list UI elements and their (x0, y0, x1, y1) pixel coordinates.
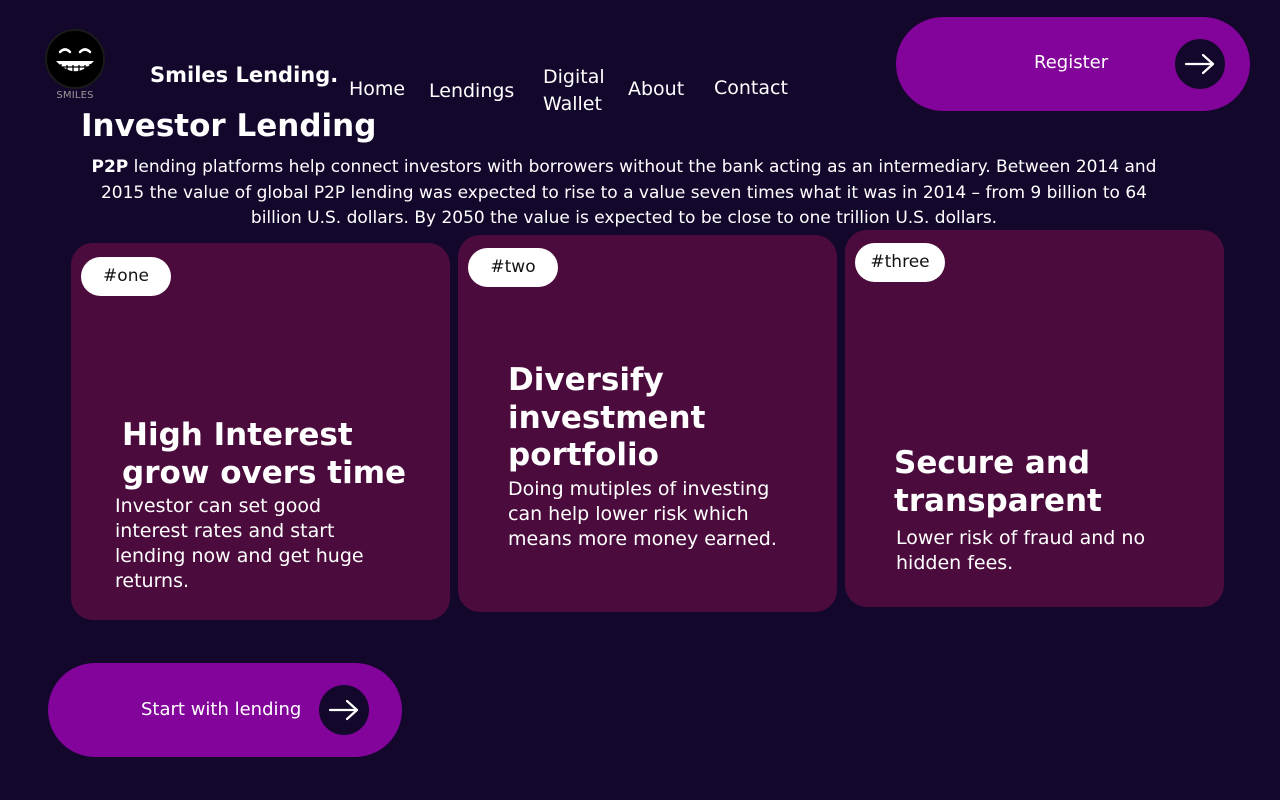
card-text: Investor can set good interest rates and… (115, 495, 364, 592)
start-lending-label: Start with lending (141, 699, 302, 720)
card-tag: #two (468, 248, 558, 287)
card-tag: #three (855, 243, 945, 282)
card-title: Secure and transparent (894, 445, 1102, 519)
card-title: High Interest grow overs time (122, 417, 407, 491)
nav-home[interactable]: Home (349, 76, 405, 103)
nav-digital-wallet[interactable]: Digital Wallet (543, 64, 623, 118)
brand-name: Smiles Lending. (150, 63, 339, 87)
feature-card-one: #one High Interest grow overs time Inves… (71, 243, 450, 620)
intro-paragraph: P2P lending platforms help connect inves… (78, 155, 1170, 232)
card-text: Doing mutiples of investing can help low… (508, 478, 777, 550)
start-lending-button[interactable]: Start with lending (48, 663, 402, 757)
card-tag: #one (81, 257, 171, 296)
nav-contact[interactable]: Contact (714, 75, 788, 102)
nav-about[interactable]: About (628, 76, 684, 103)
logo-text: SMILES (56, 90, 94, 101)
logo[interactable]: SMILES (42, 28, 108, 112)
intro-text: lending platforms help connect investors… (100, 157, 1157, 228)
nav-lendings[interactable]: Lendings (429, 78, 514, 105)
register-label: Register (1034, 52, 1109, 73)
arrow-right-icon (1175, 39, 1225, 89)
feature-card-two: #two Diversify investment portfolio Doin… (458, 235, 837, 612)
arrow-right-icon (319, 685, 369, 735)
page-title: Investor Lending (81, 108, 377, 144)
feature-card-three: #three Secure and transparent Lower risk… (845, 230, 1224, 607)
card-text: Lower risk of fraud and no hidden fees. (896, 527, 1146, 574)
card-title: Diversify investment portfolio (508, 362, 706, 473)
intro-bold: P2P (91, 157, 129, 177)
register-button[interactable]: Register (896, 17, 1250, 111)
smiley-face-icon (45, 29, 105, 89)
